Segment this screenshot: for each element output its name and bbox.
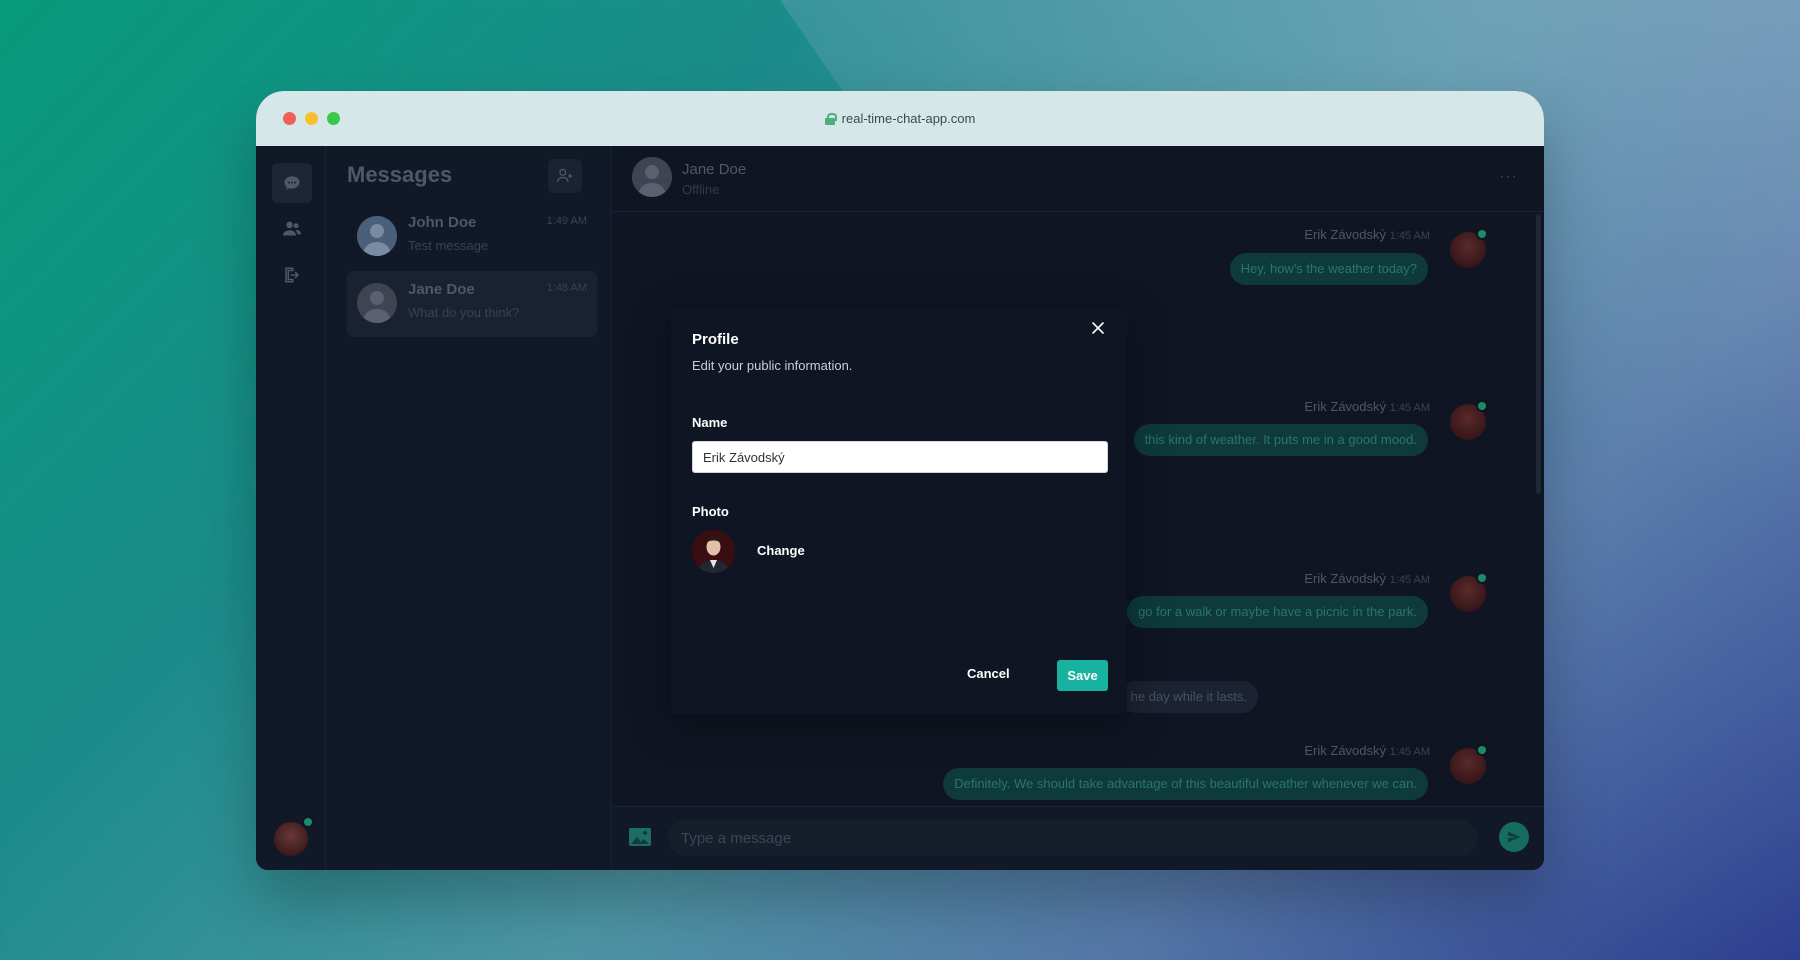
chat-bubble-icon [284, 176, 300, 190]
contact-name: Jane Doe [682, 161, 747, 178]
message-bubble: go for a walk or maybe have a picnic in … [1127, 596, 1428, 628]
minimize-window-button[interactable] [305, 112, 318, 125]
online-status-dot [1476, 572, 1488, 584]
message-time: 1:45 AM [1389, 746, 1430, 758]
url-text: real-time-chat-app.com [841, 111, 976, 126]
contact-name: Jane Doe [408, 281, 475, 298]
nav-rail [256, 146, 326, 870]
change-photo-button[interactable]: Change [757, 543, 805, 558]
window-controls [283, 112, 340, 125]
add-contact-button[interactable] [548, 159, 582, 193]
online-status-dot [1476, 400, 1488, 412]
nav-contacts[interactable] [272, 209, 312, 249]
contact-avatar [357, 283, 397, 323]
contact-avatar [357, 216, 397, 256]
message-author: Erik Závodský [1304, 227, 1387, 242]
modal-subtitle: Edit your public information. [692, 358, 853, 373]
online-status-dot [1476, 744, 1488, 756]
message-preview: Test message [408, 238, 489, 253]
message-time: 1:45 AM [1389, 574, 1430, 586]
ellipsis-icon[interactable]: ··· [1499, 168, 1518, 186]
message-meta: Erik Závodský 1:45 AM [1304, 743, 1430, 758]
nav-logout[interactable] [272, 255, 312, 295]
contact-name: John Doe [408, 214, 477, 231]
send-button[interactable] [1499, 822, 1529, 852]
message-time: 1:49 AM [546, 215, 587, 227]
message-preview: What do you think? [408, 305, 520, 320]
conversation-sidebar: Messages John Doe 1:49 AM Test message J… [326, 146, 612, 870]
message-time: 1:45 AM [1389, 402, 1430, 414]
online-status-dot [302, 816, 314, 828]
send-icon [1508, 831, 1521, 843]
message-bubble: Hey, how's the weather today? [1229, 253, 1428, 285]
profile-modal: Profile Edit your public information. Na… [671, 308, 1127, 714]
message-meta: Erik Závodský 1:45 AM [1304, 227, 1430, 242]
save-button[interactable]: Save [1057, 660, 1108, 691]
message-time: 1:45 AM [1389, 230, 1430, 242]
name-label: Name [692, 415, 728, 430]
sender-avatar [1450, 400, 1488, 440]
message-time: 1:48 AM [546, 282, 587, 294]
message-author: Erik Závodský [1304, 399, 1387, 414]
online-status-dot [1476, 228, 1488, 240]
current-user-avatar[interactable] [274, 816, 314, 856]
nav-messages[interactable] [272, 163, 312, 203]
photo-label: Photo [692, 504, 729, 519]
add-user-icon [557, 168, 573, 182]
image-upload-icon[interactable] [628, 827, 652, 852]
sender-avatar [1450, 744, 1488, 784]
sender-avatar [1450, 572, 1488, 612]
contact-avatar [632, 157, 672, 197]
profile-photo [692, 530, 735, 573]
cancel-button[interactable]: Cancel [963, 660, 1014, 687]
message-scrollbar[interactable] [1536, 214, 1541, 494]
lock-icon [824, 112, 837, 125]
browser-titlebar: real-time-chat-app.com [256, 91, 1544, 146]
message-bubble: Definitely. We should take advantage of … [943, 768, 1428, 800]
close-window-button[interactable] [283, 112, 296, 125]
message-bubble: this kind of weather. It puts me in a go… [1133, 424, 1428, 456]
sidebar-title: Messages [347, 162, 453, 187]
users-icon [283, 221, 301, 236]
message-composer [612, 806, 1544, 870]
logout-icon [285, 267, 300, 283]
modal-title: Profile [692, 331, 739, 348]
maximize-window-button[interactable] [327, 112, 340, 125]
close-icon[interactable] [1090, 320, 1106, 336]
message-input[interactable] [668, 820, 1478, 856]
name-input[interactable] [692, 441, 1108, 473]
message-bubble-received: he day while it lasts. [1119, 681, 1258, 713]
chat-header: Jane Doe Offline ··· [612, 146, 1544, 212]
address-bar[interactable]: real-time-chat-app.com [824, 111, 976, 126]
contact-status: Offline [682, 182, 720, 197]
message-meta: Erik Závodský 1:45 AM [1304, 399, 1430, 414]
message-author: Erik Závodský [1304, 571, 1387, 586]
sender-avatar [1450, 228, 1488, 268]
conversation-item-jane-doe[interactable]: Jane Doe 1:48 AM What do you think? [347, 271, 597, 337]
message-author: Erik Závodský [1304, 743, 1387, 758]
message-meta: Erik Závodský 1:45 AM [1304, 571, 1430, 586]
conversation-item-john-doe[interactable]: John Doe 1:49 AM Test message [347, 204, 597, 270]
